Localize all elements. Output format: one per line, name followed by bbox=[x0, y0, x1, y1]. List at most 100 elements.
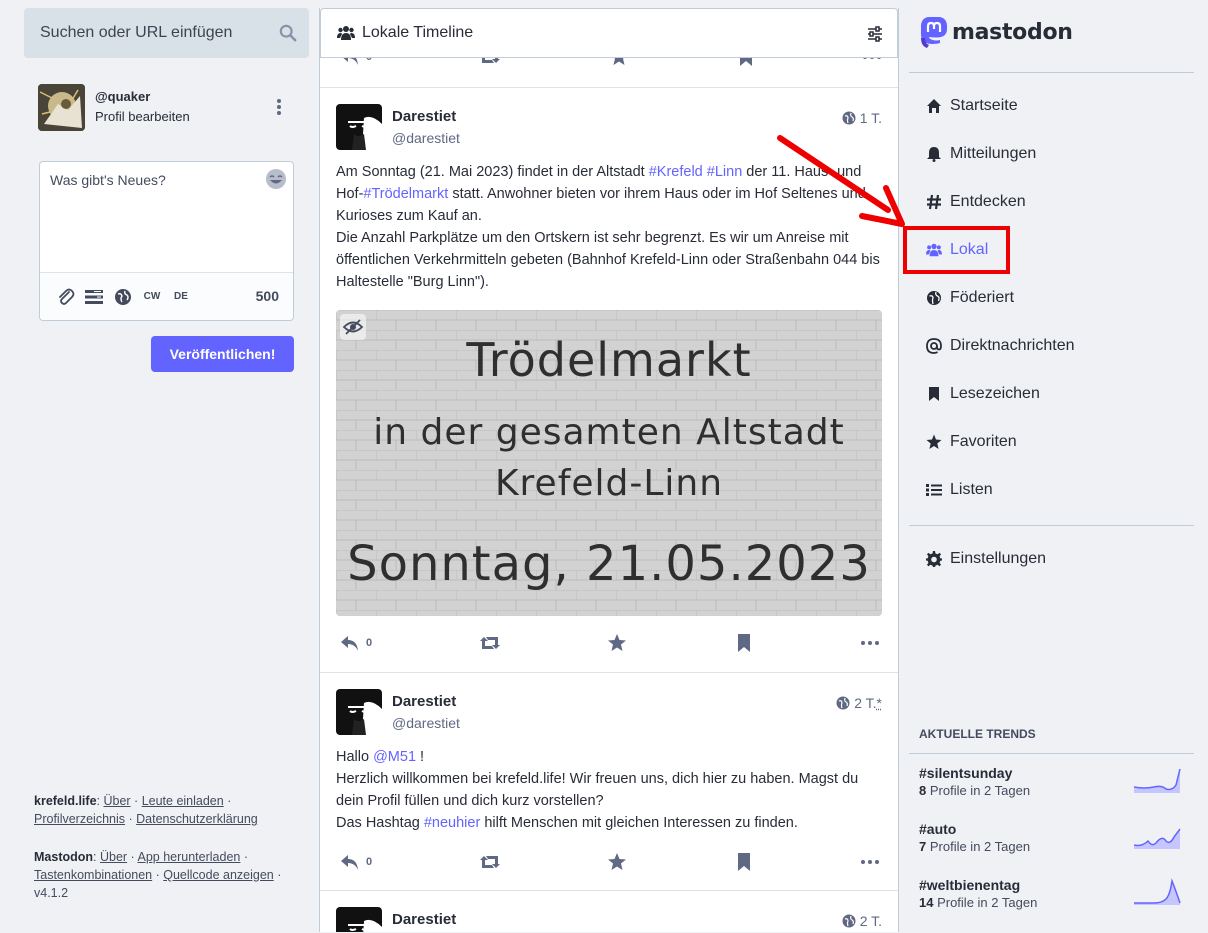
status-time[interactable]: 2 T. bbox=[842, 913, 882, 929]
status-time[interactable]: 2 T. * bbox=[836, 695, 882, 711]
profile-handle[interactable]: @quaker bbox=[95, 89, 150, 104]
nav-label: Listen bbox=[950, 481, 993, 499]
display-name[interactable]: Darestiet bbox=[392, 108, 456, 125]
trend-hashtag[interactable]: #auto bbox=[919, 821, 956, 837]
poll-icon[interactable] bbox=[84, 287, 104, 307]
hide-media-button[interactable] bbox=[340, 314, 366, 340]
footer-source-link[interactable]: Quellcode anzeigen bbox=[163, 868, 274, 882]
more-vertical-icon[interactable] bbox=[276, 98, 282, 116]
language-selector[interactable]: DE bbox=[171, 287, 191, 307]
hashtag-icon bbox=[926, 194, 942, 210]
display-name[interactable]: Darestiet bbox=[392, 693, 456, 710]
footer-mastodon-about-link[interactable]: Über bbox=[100, 850, 127, 864]
footer-privacy-link[interactable]: Datenschutzerklärung bbox=[136, 812, 258, 826]
navigation-panel: mastodon Startseite Mitteilungen Entdeck… bbox=[909, 8, 1194, 932]
favourite-button[interactable] bbox=[607, 851, 627, 873]
hashtag-link[interactable]: #Krefeld bbox=[649, 164, 703, 180]
emoji-picker-icon[interactable] bbox=[265, 168, 287, 190]
trend-item[interactable]: #weltbienentag 14 Profile in 2 Tagen bbox=[909, 877, 1194, 933]
status-text: Herzlich willkommen bei krefeld.life! Wi… bbox=[336, 768, 882, 812]
avatar[interactable] bbox=[336, 104, 382, 150]
display-name[interactable]: Darestiet bbox=[392, 911, 456, 928]
home-icon bbox=[926, 98, 942, 114]
bookmark-icon bbox=[734, 634, 754, 652]
list-icon bbox=[926, 482, 942, 498]
nav-local[interactable]: Lokal bbox=[909, 226, 1194, 274]
search-input[interactable] bbox=[24, 8, 309, 58]
nav-home[interactable]: Startseite bbox=[909, 82, 1194, 130]
reply-icon bbox=[340, 634, 360, 652]
compose-textarea[interactable] bbox=[40, 162, 293, 272]
footer-shortcuts-link[interactable]: Tastenkombinationen bbox=[34, 868, 152, 882]
status[interactable]: Darestiet @darestiet 2 T. * Hallo @M51 ! … bbox=[320, 673, 898, 891]
trend-item[interactable]: #auto 7 Profile in 2 Tagen bbox=[909, 821, 1194, 877]
status[interactable]: Darestiet @darestiet 1 T. Am Sonntag (21… bbox=[320, 88, 898, 673]
nav-federated[interactable]: Föderiert bbox=[909, 274, 1194, 322]
cw-toggle[interactable]: CW bbox=[142, 287, 162, 307]
column-header: Lokale Timeline bbox=[320, 8, 898, 58]
nav-lists[interactable]: Listen bbox=[909, 466, 1194, 514]
bookmark-button[interactable] bbox=[734, 632, 754, 654]
hashtag-link[interactable]: #neuhier bbox=[424, 815, 480, 831]
hashtag-link[interactable]: #Trödelmarkt bbox=[363, 186, 448, 202]
trend-sparkline bbox=[1134, 821, 1182, 849]
nav-notifications[interactable]: Mitteilungen bbox=[909, 130, 1194, 178]
avatar[interactable] bbox=[336, 907, 382, 932]
account-handle[interactable]: @darestiet bbox=[392, 130, 460, 146]
footer-directory-link[interactable]: Profilverzeichnis bbox=[34, 812, 125, 826]
hashtag-link[interactable]: #Linn bbox=[707, 164, 742, 180]
trend-hashtag[interactable]: #silentsunday bbox=[919, 765, 1012, 781]
media-attachment[interactable]: Trödelmarkt in der gesamten Altstadt Kre… bbox=[336, 310, 882, 616]
nav-settings[interactable]: Einstellungen bbox=[909, 535, 1194, 583]
status-time[interactable]: 1 T. bbox=[842, 110, 882, 126]
globe-icon bbox=[842, 111, 856, 125]
column-settings-icon[interactable] bbox=[867, 26, 883, 42]
search-icon[interactable] bbox=[279, 24, 297, 42]
account-handle[interactable]: @darestiet bbox=[392, 715, 460, 731]
favourite-button[interactable] bbox=[607, 632, 627, 654]
footer-version: v4.1.2 bbox=[34, 886, 68, 900]
compose-toolbar: CW DE 500 bbox=[40, 272, 293, 320]
reply-button[interactable]: 0 bbox=[340, 632, 372, 654]
trend-sparkline bbox=[1134, 877, 1182, 905]
trend-hashtag[interactable]: #weltbienentag bbox=[919, 877, 1020, 893]
left-column: @quaker Profil bearbeiten CW DE 500 Verö… bbox=[24, 8, 309, 932]
status[interactable]: Darestiet 2 T. bbox=[320, 891, 898, 932]
users-icon bbox=[926, 242, 942, 258]
mastodon-icon bbox=[919, 16, 949, 48]
reply-button[interactable]: 0 bbox=[340, 851, 372, 873]
nav-favourites[interactable]: Favoriten bbox=[909, 418, 1194, 466]
footer-invite-link[interactable]: Leute einladen bbox=[142, 794, 224, 808]
nav-bookmarks[interactable]: Lesezeichen bbox=[909, 370, 1194, 418]
nav-direct[interactable]: Direktnachrichten bbox=[909, 322, 1194, 370]
mastodon-logo[interactable]: mastodon bbox=[919, 16, 1073, 48]
bookmark-button[interactable] bbox=[734, 851, 754, 873]
attach-icon[interactable] bbox=[56, 287, 76, 307]
footer-app-link[interactable]: App herunterladen bbox=[138, 850, 241, 864]
search-box bbox=[24, 8, 309, 58]
edited-indicator[interactable]: * bbox=[877, 695, 882, 711]
nav-label: Startseite bbox=[950, 97, 1018, 115]
boost-icon bbox=[480, 634, 500, 652]
trend-usage: 8 Profile in 2 Tagen bbox=[919, 783, 1030, 798]
relative-time: 2 T. bbox=[860, 913, 882, 929]
nav-explore[interactable]: Entdecken bbox=[909, 178, 1194, 226]
eye-slash-icon bbox=[340, 314, 366, 340]
more-button[interactable] bbox=[860, 632, 880, 654]
more-button[interactable] bbox=[860, 851, 880, 873]
globe-icon[interactable] bbox=[113, 287, 133, 307]
footer-about-link[interactable]: Über bbox=[103, 794, 130, 808]
boost-icon bbox=[480, 853, 500, 871]
trend-item[interactable]: #silentsunday 8 Profile in 2 Tagen bbox=[909, 765, 1194, 821]
boost-button[interactable] bbox=[480, 632, 500, 654]
gear-icon bbox=[926, 551, 942, 567]
avatar[interactable] bbox=[336, 689, 382, 735]
trend-usage: 14 Profile in 2 Tagen bbox=[919, 895, 1037, 910]
edit-profile-link[interactable]: Profil bearbeiten bbox=[95, 109, 190, 124]
reply-count: 0 bbox=[366, 637, 372, 649]
avatar[interactable] bbox=[38, 84, 85, 131]
publish-button[interactable]: Veröffentlichen! bbox=[151, 336, 294, 372]
nav-label: Föderiert bbox=[950, 289, 1014, 307]
boost-button[interactable] bbox=[480, 851, 500, 873]
mention-link[interactable]: @M51 bbox=[373, 749, 416, 765]
